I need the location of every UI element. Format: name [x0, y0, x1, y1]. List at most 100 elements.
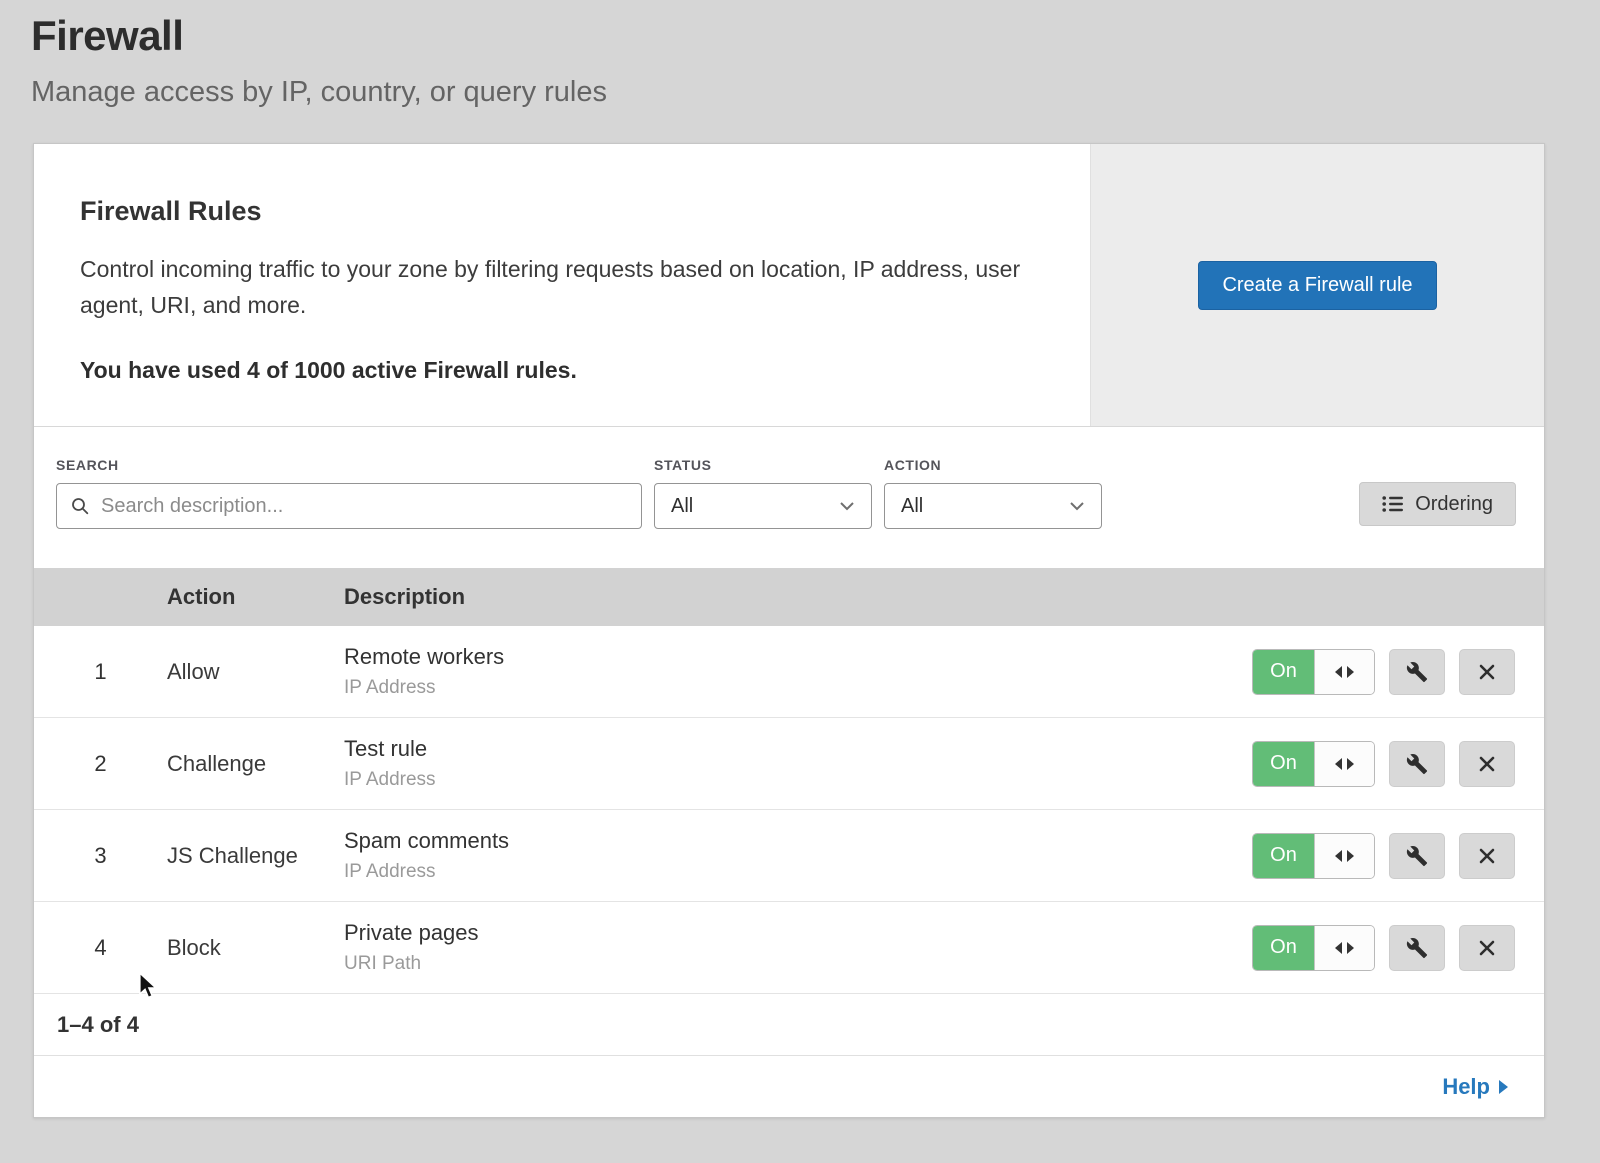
firewall-rules-card: Firewall Rules Control incoming traffic …	[33, 143, 1545, 1118]
column-header-action: Action	[167, 584, 344, 610]
rule-description: Test rule	[344, 736, 1234, 762]
arrow-right-icon	[1347, 666, 1354, 678]
rule-controls: On	[1234, 925, 1544, 971]
rule-enabled-toggle[interactable]: On	[1252, 649, 1375, 695]
delete-rule-button[interactable]	[1459, 741, 1515, 787]
status-label: STATUS	[654, 457, 872, 473]
toggle-on-label[interactable]: On	[1253, 834, 1314, 878]
search-filter: SEARCH	[56, 457, 642, 529]
action-select[interactable]: All	[884, 483, 1102, 529]
rule-action: Allow	[167, 659, 344, 685]
toggle-on-label[interactable]: On	[1253, 650, 1314, 694]
wrench-icon	[1406, 845, 1428, 867]
rule-action: Block	[167, 935, 344, 961]
create-rule-panel: Create a Firewall rule	[1090, 144, 1544, 426]
x-icon	[1478, 939, 1496, 957]
page-title: Firewall	[31, 12, 1600, 60]
delete-rule-button[interactable]	[1459, 649, 1515, 695]
x-icon	[1478, 755, 1496, 773]
chevron-down-icon	[839, 501, 855, 511]
rule-priority: 1	[34, 659, 167, 685]
section-title: Firewall Rules	[80, 196, 1030, 227]
x-icon	[1478, 663, 1496, 681]
rule-match-field: URI Path	[344, 953, 1234, 975]
rule-description: Spam comments	[344, 828, 1234, 854]
section-description: Control incoming traffic to your zone by…	[80, 251, 1030, 323]
reorder-control[interactable]	[1314, 650, 1374, 694]
help-arrow-icon	[1499, 1080, 1508, 1094]
page-subtitle: Manage access by IP, country, or query r…	[31, 76, 1600, 109]
help-link[interactable]: Help	[1442, 1074, 1508, 1100]
rule-enabled-toggle[interactable]: On	[1252, 925, 1375, 971]
rule-enabled-toggle[interactable]: On	[1252, 833, 1375, 879]
toggle-on-label[interactable]: On	[1253, 742, 1314, 786]
table-row: 2 Challenge Test rule IP Address On	[34, 718, 1544, 810]
edit-rule-button[interactable]	[1389, 833, 1445, 879]
status-filter: STATUS All	[654, 457, 872, 529]
status-selected-value: All	[671, 495, 693, 518]
rule-description-cell: Remote workers IP Address	[344, 644, 1234, 699]
pagination-range: 1–4 of 4	[57, 1012, 139, 1038]
rule-priority: 2	[34, 751, 167, 777]
arrow-right-icon	[1347, 850, 1354, 862]
rule-description-cell: Private pages URI Path	[344, 920, 1234, 975]
edit-rule-button[interactable]	[1389, 741, 1445, 787]
arrow-right-icon	[1347, 942, 1354, 954]
delete-rule-button[interactable]	[1459, 833, 1515, 879]
table-row: 3 JS Challenge Spam comments IP Address …	[34, 810, 1544, 902]
reorder-control[interactable]	[1314, 926, 1374, 970]
rule-enabled-toggle[interactable]: On	[1252, 741, 1375, 787]
arrow-left-icon	[1335, 942, 1342, 954]
create-firewall-rule-button[interactable]: Create a Firewall rule	[1198, 261, 1436, 310]
wrench-icon	[1406, 753, 1428, 775]
rule-description: Remote workers	[344, 644, 1234, 670]
delete-rule-button[interactable]	[1459, 925, 1515, 971]
wrench-icon	[1406, 937, 1428, 959]
pagination-row: 1–4 of 4	[34, 994, 1544, 1056]
reorder-control[interactable]	[1314, 834, 1374, 878]
rule-controls: On	[1234, 741, 1544, 787]
table-row: 4 Block Private pages URI Path On	[34, 902, 1544, 994]
reorder-control[interactable]	[1314, 742, 1374, 786]
help-label: Help	[1442, 1074, 1490, 1100]
rule-controls: On	[1234, 833, 1544, 879]
arrow-right-icon	[1347, 758, 1354, 770]
search-icon	[70, 496, 90, 516]
ordering-label: Ordering	[1415, 493, 1493, 516]
rule-controls: On	[1234, 649, 1544, 695]
arrow-left-icon	[1335, 758, 1342, 770]
usage-note: You have used 4 of 1000 active Firewall …	[80, 357, 1030, 384]
arrow-left-icon	[1335, 666, 1342, 678]
table-header: Action Description	[34, 568, 1544, 626]
rule-description-cell: Spam comments IP Address	[344, 828, 1234, 883]
x-icon	[1478, 847, 1496, 865]
action-filter: ACTION All	[884, 457, 1102, 529]
card-footer: Help	[34, 1056, 1544, 1117]
ordering-button[interactable]: Ordering	[1359, 482, 1516, 526]
page-header: Firewall Manage access by IP, country, o…	[0, 0, 1600, 143]
arrow-left-icon	[1335, 850, 1342, 862]
table-row: 1 Allow Remote workers IP Address On	[34, 626, 1544, 718]
rule-action: JS Challenge	[167, 843, 344, 869]
edit-rule-button[interactable]	[1389, 925, 1445, 971]
mouse-cursor	[138, 972, 160, 1000]
column-header-description: Description	[344, 584, 1234, 610]
action-selected-value: All	[901, 495, 923, 518]
search-input[interactable]	[56, 483, 642, 529]
status-select[interactable]: All	[654, 483, 872, 529]
rule-match-field: IP Address	[344, 677, 1234, 699]
intro-section: Firewall Rules Control incoming traffic …	[34, 144, 1544, 427]
toggle-on-label[interactable]: On	[1253, 926, 1314, 970]
rule-action: Challenge	[167, 751, 344, 777]
rule-description-cell: Test rule IP Address	[344, 736, 1234, 791]
search-label: SEARCH	[56, 457, 642, 473]
chevron-down-icon	[1069, 501, 1085, 511]
filters-bar: SEARCH STATUS All ACTION All	[34, 427, 1544, 568]
rule-match-field: IP Address	[344, 769, 1234, 791]
search-input-wrap	[56, 483, 642, 529]
action-label: ACTION	[884, 457, 1102, 473]
rule-match-field: IP Address	[344, 861, 1234, 883]
rule-description: Private pages	[344, 920, 1234, 946]
edit-rule-button[interactable]	[1389, 649, 1445, 695]
rule-priority: 3	[34, 843, 167, 869]
